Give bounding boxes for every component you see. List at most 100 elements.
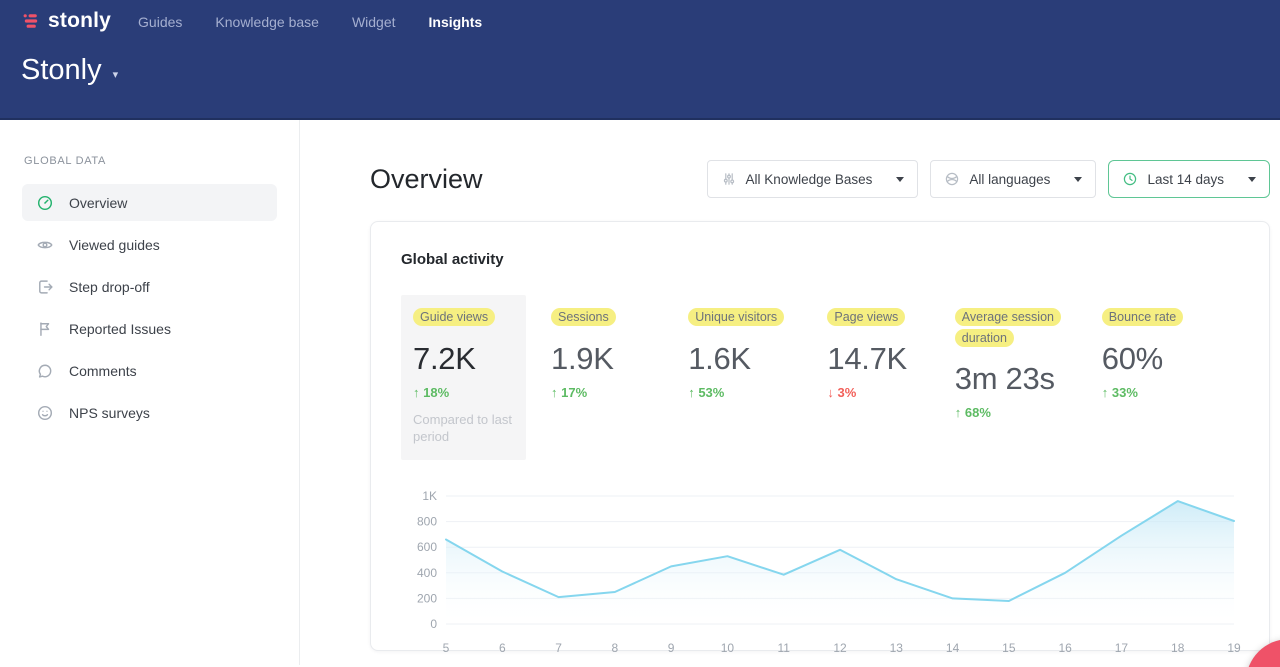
- svg-text:5: 5: [443, 641, 450, 655]
- svg-text:10: 10: [721, 641, 735, 655]
- chevron-down-icon: ▾: [113, 60, 119, 81]
- svg-text:0: 0: [430, 617, 437, 631]
- filter-last-14-days[interactable]: Last 14 days: [1108, 160, 1270, 198]
- sidebar-menu: Overview Viewed guides Step drop-off Rep…: [22, 184, 277, 431]
- metric-label-highlight: Sessions: [551, 308, 616, 326]
- metric-bounce-rate[interactable]: Bounce rate 60% ↑ 33%: [1102, 295, 1239, 400]
- comment-icon: [36, 362, 54, 380]
- metric-value: 7.2K: [413, 341, 514, 377]
- topbar-nav-row: stonly Guides Knowledge base Widget Insight…: [21, 0, 1259, 33]
- filter-label: All Knowledge Bases: [746, 172, 873, 187]
- filter-all-languages[interactable]: All languages: [930, 160, 1096, 198]
- metric-value: 3m 23s: [955, 361, 1102, 397]
- caret-down-icon: [1074, 177, 1082, 182]
- svg-text:12: 12: [833, 641, 847, 655]
- svg-text:13: 13: [890, 641, 904, 655]
- trend-arrow-icon: ↑: [955, 405, 962, 420]
- trend-arrow-icon: ↑: [1102, 385, 1109, 400]
- metric-label-highlight: Page views: [827, 308, 905, 326]
- gauge-icon: [36, 194, 54, 212]
- nav-item-knowledge-base[interactable]: Knowledge base: [215, 14, 319, 30]
- sidebar-item-overview[interactable]: Overview: [22, 184, 277, 221]
- metric-delta: ↑ 33%: [1102, 385, 1239, 400]
- flag-icon: [36, 320, 54, 338]
- svg-text:8: 8: [612, 641, 619, 655]
- metric-delta: ↑ 18%: [413, 385, 514, 400]
- global-activity-card: Global activity Guide views 7.2K ↑ 18% C…: [370, 221, 1270, 651]
- nav-item-guides[interactable]: Guides: [138, 14, 182, 30]
- metrics-row: Guide views 7.2K ↑ 18% Compared to last …: [401, 295, 1239, 460]
- metric-compare-note: Compared to last period: [413, 411, 523, 446]
- svg-text:800: 800: [417, 514, 437, 528]
- stonly-logo-icon: [21, 11, 41, 31]
- page-title: Overview: [370, 164, 483, 195]
- caret-down-icon: [896, 177, 904, 182]
- filter-bar: All Knowledge Bases All languages Last 1…: [707, 160, 1270, 198]
- svg-text:17: 17: [1115, 641, 1129, 655]
- clock-icon: [1122, 171, 1138, 187]
- trend-arrow-icon: ↓: [827, 385, 834, 400]
- smiley-icon: [36, 404, 54, 422]
- metric-value: 1.6K: [688, 341, 827, 377]
- svg-text:200: 200: [417, 591, 437, 605]
- svg-text:18: 18: [1171, 641, 1185, 655]
- metric-label-highlight: Bounce rate: [1102, 308, 1183, 326]
- sidebar-item-reported-issues[interactable]: Reported Issues: [22, 310, 277, 347]
- metric-delta: ↑ 53%: [688, 385, 827, 400]
- sliders-icon: [721, 171, 737, 187]
- svg-text:14: 14: [946, 641, 960, 655]
- area-chart-svg: 02004006008001K5678910111213141516171819: [401, 488, 1241, 667]
- metric-label-highlight: Average session duration: [955, 308, 1061, 347]
- svg-text:11: 11: [777, 641, 790, 655]
- sidebar-item-label: Reported Issues: [69, 321, 171, 337]
- metric-guide-views[interactable]: Guide views 7.2K ↑ 18% Compared to last …: [401, 295, 526, 460]
- svg-text:15: 15: [1002, 641, 1016, 655]
- main-header: Overview All Knowledge Bases All languag…: [370, 160, 1270, 198]
- brand-logo[interactable]: stonly: [21, 9, 111, 33]
- sidebar-item-step-drop-off[interactable]: Step drop-off: [22, 268, 277, 305]
- svg-text:600: 600: [417, 540, 437, 554]
- sidebar: GLOBAL DATA Overview Viewed guides Step …: [0, 120, 300, 665]
- trend-arrow-icon: ↑: [413, 385, 420, 400]
- sidebar-item-label: Comments: [69, 363, 137, 379]
- sidebar-item-comments[interactable]: Comments: [22, 352, 277, 389]
- sidebar-item-label: Step drop-off: [69, 279, 150, 295]
- svg-text:6: 6: [499, 641, 506, 655]
- activity-chart: 02004006008001K5678910111213141516171819: [401, 488, 1239, 667]
- sidebar-item-nps-surveys[interactable]: NPS surveys: [22, 394, 277, 431]
- metric-value: 14.7K: [827, 341, 954, 377]
- metric-value: 1.9K: [551, 341, 688, 377]
- metric-label-highlight: Unique visitors: [688, 308, 784, 326]
- svg-text:400: 400: [417, 566, 437, 580]
- svg-text:1K: 1K: [422, 489, 437, 503]
- filter-all-knowledge-bases[interactable]: All Knowledge Bases: [707, 160, 919, 198]
- globe-icon: [944, 171, 960, 187]
- workspace-switcher[interactable]: Stonly ▾: [21, 54, 1259, 87]
- svg-text:19: 19: [1227, 641, 1241, 655]
- workspace-title: Stonly: [21, 54, 102, 87]
- trend-arrow-icon: ↑: [551, 385, 558, 400]
- sidebar-item-label: Viewed guides: [69, 237, 160, 253]
- main-content: Overview All Knowledge Bases All languag…: [300, 120, 1280, 665]
- metric-delta: ↓ 3%: [827, 385, 954, 400]
- sidebar-item-viewed-guides[interactable]: Viewed guides: [22, 226, 277, 263]
- card-title: Global activity: [401, 251, 1239, 268]
- metric-page-views[interactable]: Page views 14.7K ↓ 3%: [827, 295, 954, 400]
- metric-delta: ↑ 17%: [551, 385, 688, 400]
- metric-unique-visitors[interactable]: Unique visitors 1.6K ↑ 53%: [688, 295, 827, 400]
- eye-icon: [36, 236, 54, 254]
- filter-label: Last 14 days: [1147, 172, 1224, 187]
- svg-text:16: 16: [1058, 641, 1072, 655]
- trend-arrow-icon: ↑: [688, 385, 695, 400]
- caret-down-icon: [1248, 177, 1256, 182]
- svg-text:9: 9: [668, 641, 675, 655]
- metric-sessions[interactable]: Sessions 1.9K ↑ 17%: [551, 295, 688, 400]
- sidebar-section-label: GLOBAL DATA: [22, 155, 277, 167]
- metric-value: 60%: [1102, 341, 1239, 377]
- metric-average-session-duration[interactable]: Average session duration 3m 23s ↑ 68%: [955, 295, 1102, 420]
- step-out-icon: [36, 278, 54, 296]
- sidebar-item-label: Overview: [69, 195, 127, 211]
- nav-item-widget[interactable]: Widget: [352, 14, 396, 30]
- metric-label-highlight: Guide views: [413, 308, 495, 326]
- nav-item-insights[interactable]: Insights: [429, 14, 483, 30]
